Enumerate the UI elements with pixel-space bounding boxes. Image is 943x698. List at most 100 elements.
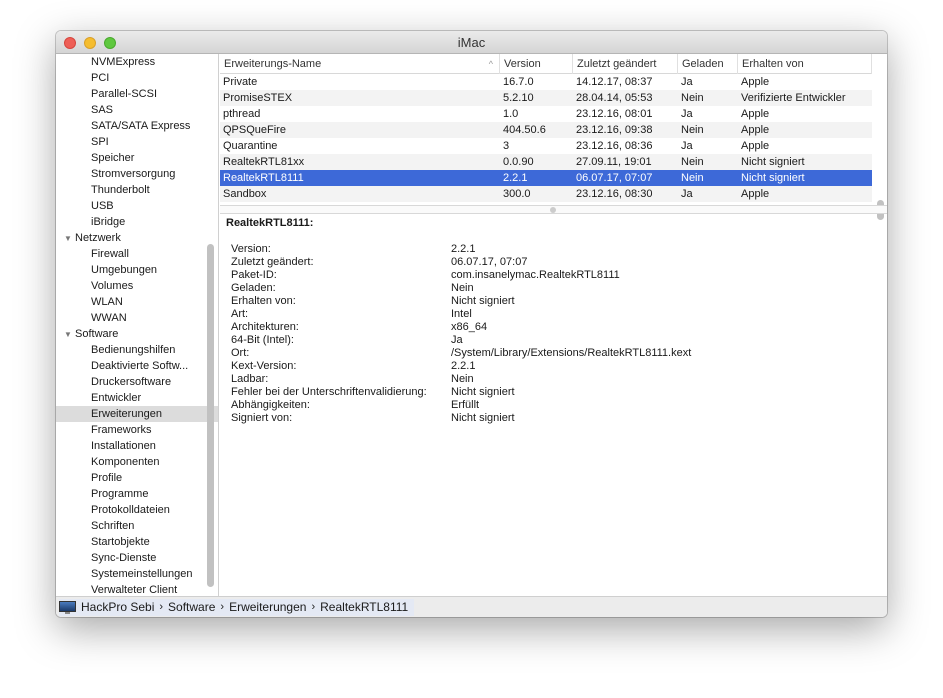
table-cell: 06.07.17, 07:07 [576, 172, 653, 184]
sidebar-item[interactable]: iBridge [56, 214, 218, 230]
close-button[interactable] [64, 37, 76, 49]
sidebar-item-label: Installationen [91, 440, 156, 452]
sidebar-item[interactable]: Sync-Dienste [56, 550, 218, 566]
sidebar-item[interactable]: Profile [56, 470, 218, 486]
sidebar-item[interactable]: Frameworks [56, 422, 218, 438]
sidebar-item[interactable]: SAS [56, 102, 218, 118]
detail-label: Art: [231, 308, 249, 320]
breadcrumb-item[interactable]: HackPro Sebi [81, 599, 154, 616]
sidebar-item[interactable]: WLAN [56, 294, 218, 310]
sidebar-item[interactable]: USB [56, 198, 218, 214]
sidebar-group[interactable]: ▼ Software [56, 326, 218, 342]
sidebar-item-label: Umgebungen [91, 264, 158, 276]
column-header-modified[interactable]: Zuletzt geändert [573, 54, 678, 74]
detail-value: Intel [451, 308, 472, 320]
sidebar-item-label: Komponenten [91, 456, 160, 468]
sidebar-item[interactable]: Umgebungen [56, 262, 218, 278]
sidebar-item[interactable]: Verwalteter Client [56, 582, 218, 596]
sidebar-item-label: Thunderbolt [91, 184, 150, 196]
sidebar-item[interactable]: Deaktivierte Softw... [56, 358, 218, 374]
sidebar-item[interactable]: Thunderbolt [56, 182, 218, 198]
chevron-right-icon: › [220, 601, 225, 613]
column-header-name[interactable]: Erweiterungs-Name ^ [220, 54, 500, 74]
sidebar-item[interactable]: Entwickler [56, 390, 218, 406]
sidebar-item[interactable]: Bedienungshilfen [56, 342, 218, 358]
sidebar-item-label: Entwickler [91, 392, 142, 404]
disclosure-triangle-icon[interactable]: ▼ [64, 231, 75, 246]
sidebar-item[interactable]: Komponenten [56, 454, 218, 470]
divider-handle-icon [550, 207, 556, 213]
imac-icon [59, 601, 76, 614]
table-cell: Apple [741, 188, 770, 200]
table-row[interactable]: RealtekRTL81xx 0.0.90 27.09.11, 19:01 Nein N… [220, 154, 872, 170]
table-cell: RealtekRTL8111 [223, 172, 304, 184]
table-cell: Nein [681, 172, 704, 184]
detail-label: Zuletzt geändert: [231, 256, 314, 268]
detail-label: Version: [231, 243, 271, 255]
table-row[interactable]: QPSQueFire 404.50.6 23.12.16, 09:38 Nein App… [220, 122, 872, 138]
zoom-button[interactable] [104, 37, 116, 49]
column-header-loaded[interactable]: Geladen [678, 54, 738, 74]
sidebar-item-label: Startobjekte [91, 536, 150, 548]
sidebar-item[interactable]: Protokolldateien [56, 502, 218, 518]
breadcrumb-item[interactable]: RealtekRTL8111 [320, 599, 408, 616]
chevron-right-icon: › [159, 601, 164, 613]
sidebar-item[interactable]: Druckersoftware [56, 374, 218, 390]
breadcrumb-item[interactable]: Software [168, 599, 215, 616]
extensions-table: Erweiterungs-Name ^ Version Zuletzt geänd… [220, 54, 887, 220]
table-row[interactable]: RealtekRTL8111 2.2.1 06.07.17, 07:07 Nein Ni… [220, 170, 872, 186]
minimize-button[interactable] [84, 37, 96, 49]
sidebar-item[interactable]: Volumes [56, 278, 218, 294]
sidebar-item[interactable]: Firewall [56, 246, 218, 262]
column-header-source[interactable]: Erhalten von [738, 54, 872, 74]
detail-field: Geladen: Nein [231, 282, 474, 295]
sidebar-scrollbar[interactable] [207, 244, 214, 587]
table-cell: Nicht signiert [741, 172, 805, 184]
sidebar-item[interactable]: Stromversorgung [56, 166, 218, 182]
sidebar-item-label: USB [91, 200, 114, 212]
sidebar-item-label: Parallel-SCSI [91, 88, 158, 100]
sidebar-item[interactable]: Startobjekte [56, 534, 218, 550]
table-cell: 5.2.10 [503, 92, 534, 104]
column-header-version[interactable]: Version [500, 54, 573, 74]
detail-value: 2.2.1 [451, 360, 476, 372]
table-row[interactable]: Sandbox 300.0 23.12.16, 08:30 Ja Apple [220, 186, 872, 202]
table-cell: RealtekRTL81xx [223, 156, 305, 168]
sidebar-item[interactable]: Programme [56, 486, 218, 502]
detail-field: Version: 2.2.1 [231, 243, 475, 256]
sidebar-item[interactable]: Systemeinstellungen [56, 566, 218, 582]
sidebar-item[interactable]: Installationen [56, 438, 218, 454]
table-row[interactable]: Quarantine 3 23.12.16, 08:36 Ja Apple [220, 138, 872, 154]
breadcrumb-item[interactable]: Erweiterungen [229, 599, 306, 616]
detail-field: Architekturen: x86_64 [231, 321, 487, 334]
table-cell: 2.2.1 [503, 172, 528, 184]
table-row[interactable]: Private 16.7.0 14.12.17, 08:37 Ja Apple [220, 74, 872, 90]
disclosure-triangle-icon[interactable]: ▼ [64, 327, 75, 342]
detail-label: Ort: [231, 347, 250, 359]
sidebar-item[interactable]: Erweiterungen [56, 406, 218, 422]
sidebar-item[interactable]: Parallel-SCSI [56, 86, 218, 102]
sidebar-item[interactable]: Speicher [56, 150, 218, 166]
sidebar-item[interactable]: SATA/SATA Express [56, 118, 218, 134]
detail-value: Nein [451, 373, 474, 385]
table-row[interactable]: PromiseSTEX 5.2.10 28.04.14, 05:53 Nein Veri… [220, 90, 872, 106]
sidebar-group[interactable]: ▼ Netzwerk [56, 230, 218, 246]
sidebar-item-label: Erweiterungen [91, 408, 162, 420]
split-divider[interactable] [220, 205, 887, 214]
table-cell: PromiseSTEX [223, 92, 293, 104]
detail-field: Erhalten von: Nicht signiert [231, 295, 515, 308]
detail-field: Zuletzt geändert: 06.07.17, 07:07 [231, 256, 527, 269]
sidebar-item-label: Systemeinstellungen [91, 568, 193, 580]
table-cell: 0.0.90 [503, 156, 534, 168]
sidebar-item[interactable]: PCI [56, 70, 218, 86]
sidebar-item[interactable]: NVMExpress [56, 54, 218, 70]
sidebar-item[interactable]: WWAN [56, 310, 218, 326]
sidebar-item[interactable]: SPI [56, 134, 218, 150]
sidebar-item[interactable]: Schriften [56, 518, 218, 534]
system-information-window: iMac NVMExpress PCI Parallel-SCSI SAS SATA/S… [56, 31, 887, 617]
table-cell: Ja [681, 76, 693, 88]
detail-field: Paket-ID: com.insanelymac.RealtekRTL8111 [231, 269, 620, 282]
table-row[interactable]: pthread 1.0 23.12.16, 08:01 Ja Apple [220, 106, 872, 122]
sort-ascending-icon: ^ [488, 59, 493, 69]
detail-field: Art: Intel [231, 308, 472, 321]
